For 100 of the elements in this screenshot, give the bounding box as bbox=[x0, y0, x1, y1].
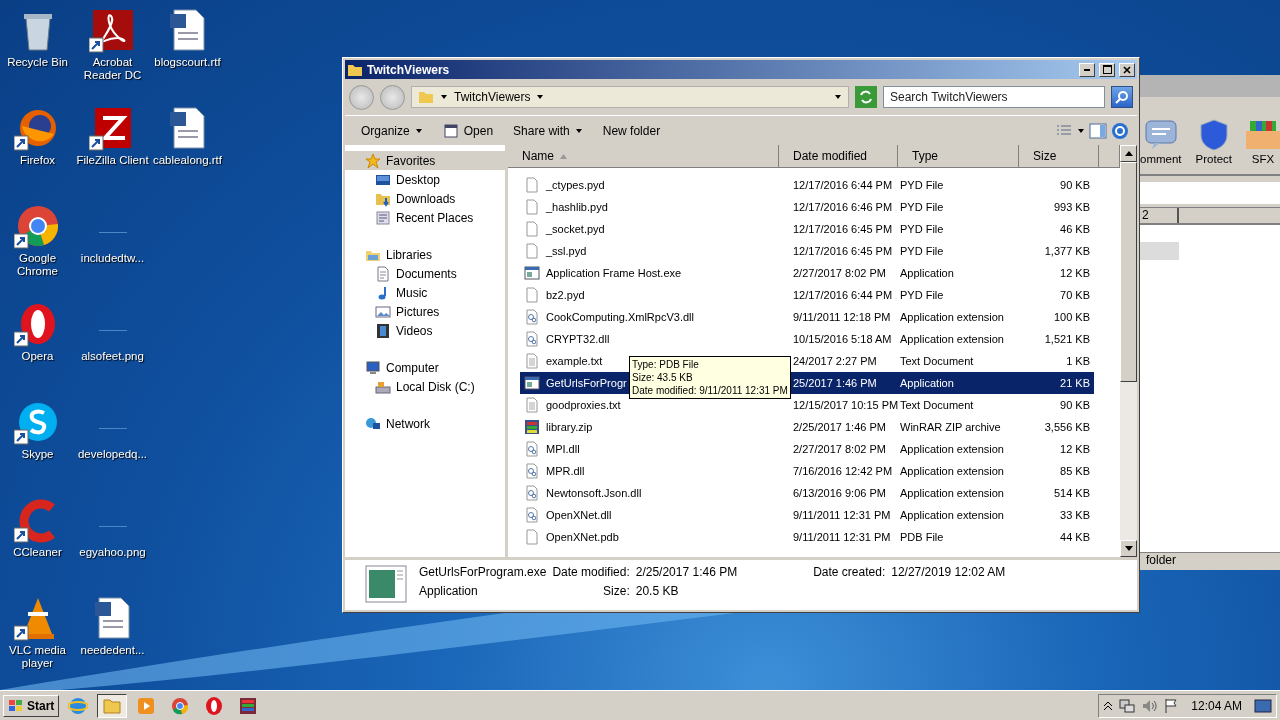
file-size: 85 KB bbox=[1059, 465, 1091, 477]
help-icon[interactable] bbox=[1111, 121, 1129, 140]
scrollbar-thumb[interactable] bbox=[1120, 162, 1137, 382]
file-size: 12 KB bbox=[1059, 267, 1091, 279]
file-name: bz2.pyd bbox=[545, 289, 585, 301]
nav-item[interactable]: Videos bbox=[345, 321, 505, 340]
address-bar[interactable]: TwitchViewers bbox=[411, 86, 849, 108]
text-file-icon bbox=[524, 353, 540, 369]
desktop-shortcut[interactable]: Google Chrome bbox=[0, 202, 75, 300]
nav-item[interactable]: Downloads bbox=[345, 189, 505, 208]
file-type: Application bbox=[419, 584, 479, 598]
file-name: Newtonsoft.Json.dll bbox=[545, 487, 642, 499]
scroll-up-icon bbox=[1124, 151, 1133, 156]
desktop-shortcut[interactable]: neededent... bbox=[75, 594, 150, 692]
column-header[interactable]: Date modified bbox=[779, 145, 898, 168]
shortcut-arrow-icon bbox=[88, 135, 103, 151]
column-header[interactable]: Type bbox=[898, 145, 1019, 168]
search-button[interactable] bbox=[1111, 86, 1133, 108]
file-size: 1,377 KB bbox=[1043, 245, 1091, 257]
desktop-shortcut[interactable]: includedtw... bbox=[75, 202, 150, 300]
file-size: 12 KB bbox=[1059, 443, 1091, 455]
nav-item[interactable]: Pictures bbox=[345, 302, 505, 321]
nav-item[interactable]: Libraries bbox=[345, 245, 505, 264]
open-icon bbox=[442, 122, 459, 139]
desktop-shortcut[interactable]: egyahoo.png bbox=[75, 496, 150, 594]
toolbar-button[interactable]: SFX bbox=[1246, 119, 1280, 174]
desktop-shortcut[interactable]: CCleaner bbox=[0, 496, 75, 594]
nav-item[interactable]: Desktop bbox=[345, 170, 505, 189]
nav-item[interactable]: Local Disk (C:) bbox=[345, 377, 505, 396]
sort-arrow-icon bbox=[560, 153, 567, 159]
picture-icon bbox=[375, 303, 391, 320]
column-header[interactable]: Size bbox=[1019, 145, 1099, 168]
nav-item[interactable]: Music bbox=[345, 283, 505, 302]
scrollbar[interactable] bbox=[1120, 145, 1137, 557]
file-size: 1,521 KB bbox=[1043, 333, 1091, 345]
caret-icon bbox=[834, 93, 842, 101]
show-desktop-icon[interactable] bbox=[1254, 697, 1272, 714]
nav-item[interactable]: Network bbox=[345, 414, 505, 433]
file-type: PYD File bbox=[899, 179, 945, 191]
desktop-shortcut[interactable]: Firefox bbox=[0, 104, 75, 202]
desktop-shortcut[interactable]: cablealong.rtf bbox=[150, 104, 225, 202]
desktop-shortcut[interactable]: FileZilla Client bbox=[75, 104, 150, 202]
date-modified: 9/11/2011 12:18 PM bbox=[792, 311, 892, 323]
taskbar-button[interactable] bbox=[97, 693, 128, 718]
browser-e-icon bbox=[68, 695, 89, 716]
search-icon bbox=[1115, 90, 1129, 104]
file-name: CookComputing.XmlRpcV3.dll bbox=[545, 311, 694, 323]
date-modified: 6/13/2016 9:06 PM bbox=[792, 487, 887, 499]
caret-icon bbox=[574, 126, 583, 135]
network-icon[interactable] bbox=[1119, 697, 1136, 714]
archive-icon bbox=[238, 695, 259, 716]
file-type: Application extension bbox=[899, 509, 1005, 521]
play-icon bbox=[136, 695, 157, 716]
close-button[interactable] bbox=[1119, 62, 1135, 77]
search-field[interactable]: Search TwitchViewers bbox=[883, 86, 1105, 108]
nav-item[interactable]: Recent Places bbox=[345, 208, 505, 227]
minimize-button[interactable] bbox=[1079, 62, 1095, 77]
preview-pane-icon[interactable] bbox=[1089, 122, 1107, 139]
network-icon bbox=[365, 415, 381, 432]
toolbar-button[interactable]: Organize bbox=[353, 120, 431, 141]
toolbar-button[interactable]: Share with bbox=[505, 120, 591, 141]
refresh-icon[interactable] bbox=[855, 86, 877, 108]
dll-file-icon bbox=[524, 309, 540, 325]
column-header[interactable]: Name bbox=[508, 145, 779, 168]
file-name: _socket.pyd bbox=[545, 223, 605, 235]
field-label: Date modified: bbox=[552, 565, 630, 579]
file-size: 21 KB bbox=[1059, 377, 1091, 389]
toolbar-button[interactable]: Protect bbox=[1195, 119, 1232, 174]
date-modified: 9/11/2011 12:31 PM bbox=[792, 509, 892, 521]
field-label: Date created: bbox=[813, 565, 886, 579]
file-size: 44 KB bbox=[1059, 531, 1091, 543]
file-type: PYD File bbox=[899, 223, 945, 235]
file-type: Application bbox=[899, 377, 955, 389]
nav-item[interactable]: Computer bbox=[345, 358, 505, 377]
nav-item[interactable]: Favorites bbox=[345, 151, 505, 170]
toolbar-button[interactable]: omment bbox=[1140, 119, 1182, 174]
file-type: Application extension bbox=[899, 465, 1005, 477]
file-icon bbox=[524, 199, 540, 215]
computer-icon bbox=[365, 359, 381, 376]
chevron-up-icon[interactable] bbox=[1103, 700, 1114, 711]
address-field[interactable] bbox=[1140, 182, 1280, 204]
desktop-shortcut[interactable]: blogscourt.rtf bbox=[150, 6, 225, 104]
close-icon bbox=[1123, 65, 1131, 74]
flag-icon[interactable] bbox=[1163, 697, 1180, 714]
toolbar-button[interactable]: New folder bbox=[594, 120, 669, 141]
toolbar-button[interactable]: Open bbox=[434, 119, 502, 142]
file-type: Application extension bbox=[899, 311, 1005, 323]
desktop-shortcut[interactable]: VLC media player bbox=[0, 594, 75, 692]
desktop-shortcut[interactable]: alsofeet.png bbox=[75, 300, 150, 398]
desktop-shortcut[interactable]: Skype bbox=[0, 398, 75, 496]
start-button[interactable]: Start bbox=[3, 694, 60, 717]
file-name: OpenXNet.pdb bbox=[545, 531, 619, 543]
date-modified: 9/11/2011 12:31 PM bbox=[792, 531, 892, 543]
desktop-shortcut[interactable]: developedq... bbox=[75, 398, 150, 496]
date-modified: 12/15/2017 10:15 PM bbox=[792, 399, 896, 411]
nav-item[interactable]: Documents bbox=[345, 264, 505, 283]
desktop-shortcut[interactable]: Acrobat Reader DC bbox=[75, 6, 150, 104]
desktop-shortcut[interactable]: Opera bbox=[0, 300, 75, 398]
maximize-button[interactable] bbox=[1099, 62, 1115, 77]
desktop-shortcut[interactable]: Recycle Bin bbox=[0, 6, 75, 104]
